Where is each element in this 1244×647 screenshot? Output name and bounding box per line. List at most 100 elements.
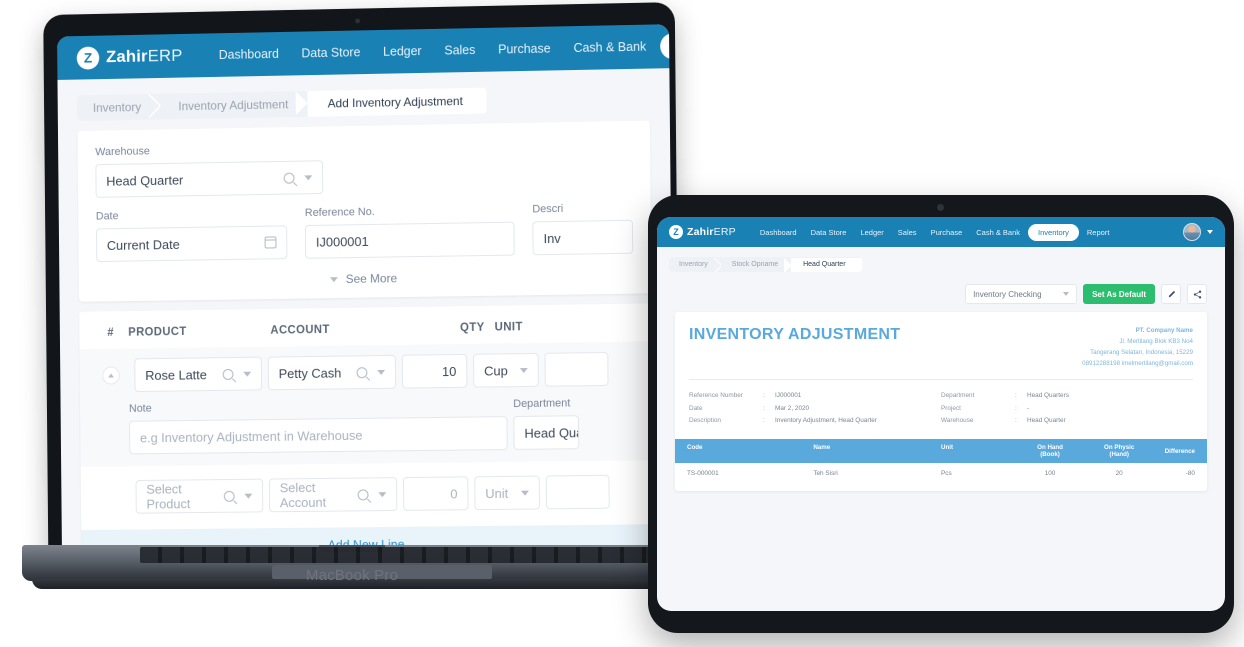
chevron-down-icon[interactable] <box>243 371 252 377</box>
reference-input[interactable]: IJ000001 <box>304 221 515 259</box>
user-menu[interactable] <box>1183 223 1213 241</box>
note-department-group: Note e.g Inventory Adjustment in Warehou… <box>94 397 639 455</box>
nav-item-purchase[interactable]: Purchase <box>925 224 969 241</box>
chevron-down-icon[interactable] <box>377 369 386 375</box>
chevron-down-icon[interactable] <box>378 491 387 497</box>
chevron-down-icon[interactable] <box>519 367 528 373</box>
field-value: Inventory Adjustment, Head Quarter <box>775 416 877 424</box>
row-qty-input[interactable]: 10 <box>401 353 468 389</box>
th-on-hand-line2: (Book) <box>1040 450 1060 458</box>
breadcrumb-item-inventory-adjustment[interactable]: Inventory Adjustment <box>160 90 310 120</box>
empty-product-input[interactable]: Select Product <box>135 478 264 514</box>
nav-item-ledger[interactable]: Ledger <box>854 224 889 241</box>
date-input[interactable]: Current Date <box>95 225 288 263</box>
field-colon: : <box>1015 404 1017 412</box>
breadcrumb-item-inventory[interactable]: Inventory <box>669 257 722 272</box>
breadcrumb-item-inventory[interactable]: Inventory <box>77 93 162 122</box>
table-row: TS-000001 Teh Sisri Pcs 100 20 -80 <box>675 463 1207 491</box>
field-warehouse: Warehouse : Head Quarter <box>941 415 1193 427</box>
calendar-icon[interactable] <box>264 236 277 249</box>
col-header-qty: QTY <box>460 321 485 335</box>
nav-item-sales[interactable]: Sales <box>892 224 923 241</box>
th-code: Code <box>687 443 703 451</box>
search-icon[interactable] <box>357 488 369 500</box>
chevron-down-icon[interactable] <box>1063 292 1070 296</box>
field-value: Head Quarters <box>1027 392 1069 400</box>
chevron-down-icon[interactable] <box>520 490 529 496</box>
department-input[interactable]: Head Qua <box>513 415 580 450</box>
company-info: PT. Company Name Jl. Mertilang Blok KB3 … <box>1082 326 1193 369</box>
avatar[interactable] <box>1183 223 1201 241</box>
company-contact: 08912288198 imelmertilang@gmail.com <box>1082 359 1193 367</box>
empty-account-placeholder: Select Account <box>279 480 327 511</box>
field-colon: : <box>763 404 765 412</box>
nav-item-inventory[interactable]: Inventory <box>1028 223 1079 241</box>
collapse-row-button[interactable] <box>102 366 120 385</box>
nav-item-cash-bank[interactable]: Cash & Bank <box>970 224 1026 241</box>
nav-item-ledger[interactable]: Ledger <box>374 38 431 65</box>
nav-item-data-store[interactable]: Data Store <box>805 224 853 241</box>
see-more-toggle[interactable]: See More <box>96 268 633 290</box>
row-extra-input[interactable] <box>544 351 609 387</box>
edit-button[interactable] <box>1161 284 1181 304</box>
note-input[interactable]: e.g Inventory Adjustment in Warehouse <box>129 416 508 455</box>
search-icon[interactable] <box>223 490 235 502</box>
nav-item-inventory[interactable]: Inventory <box>660 31 675 60</box>
breadcrumb-label: Inventory <box>679 261 708 268</box>
date-field-group: Date Current Date <box>95 207 288 263</box>
breadcrumb-item-head-quarter[interactable]: Head Quarter <box>791 257 862 272</box>
field-key: Department <box>941 392 975 400</box>
col-header-unit: UNIT <box>494 321 523 334</box>
nav-item-dashboard[interactable]: Dashboard <box>754 224 803 241</box>
department-field-group: Department Head Qua <box>513 397 580 450</box>
chevron-down-icon[interactable] <box>1207 230 1213 234</box>
breadcrumb-item-add-inventory-adjustment[interactable]: Add Inventory Adjustment <box>307 87 487 117</box>
department-label: Department <box>513 397 571 411</box>
empty-qty-input[interactable]: 0 <box>402 476 469 511</box>
company-address-line2: Tangerang Selatan, Indonesia, 15229 <box>1090 348 1193 356</box>
laptop-screen: Z ZahirERP Dashboard Data Store Ledger S… <box>57 24 675 556</box>
search-icon[interactable] <box>222 368 234 380</box>
brand-bold: Zahir <box>105 46 148 67</box>
brand-logo[interactable]: Z ZahirERP <box>669 225 736 239</box>
brand-bold: Zahir <box>687 226 714 238</box>
search-icon[interactable] <box>283 172 295 184</box>
field-value: IJ000001 <box>775 392 802 400</box>
chevron-down-icon[interactable] <box>304 174 313 180</box>
empty-account-input[interactable]: Select Account <box>268 477 398 513</box>
description-input[interactable]: Inv <box>532 219 634 256</box>
nav-item-report[interactable]: Report <box>1081 224 1116 241</box>
row-unit-value: Cup <box>484 362 508 379</box>
nav-item-dashboard[interactable]: Dashboard <box>210 41 288 68</box>
reference-value: IJ000001 <box>315 233 369 250</box>
nav-item-sales[interactable]: Sales <box>435 37 484 64</box>
nav-item-purchase[interactable]: Purchase <box>489 35 560 62</box>
laptop-page-body: Warehouse Head Quarter Date Current Date… <box>57 120 675 556</box>
document-table-header: Code Name Unit On Hand (Book) On Physic … <box>675 438 1207 463</box>
set-as-default-button[interactable]: Set As Default <box>1083 284 1155 304</box>
line-item-row: Rose Latte Petty Cash 10 Cup Note e.g In… <box>79 341 654 467</box>
row-product-input[interactable]: Rose Latte <box>134 356 263 393</box>
search-icon[interactable] <box>356 366 368 378</box>
pencil-icon <box>1168 290 1175 297</box>
inventory-checking-select[interactable]: Inventory Checking <box>965 284 1078 304</box>
zahir-logo-icon: Z <box>76 46 100 70</box>
warehouse-input[interactable]: Head Quarter <box>95 160 324 198</box>
nav-item-data-store[interactable]: Data Store <box>293 39 370 66</box>
brand-initial: Z <box>83 49 93 66</box>
field-colon: : <box>1015 416 1017 424</box>
field-colon: : <box>763 416 765 424</box>
note-field-group: Note e.g Inventory Adjustment in Warehou… <box>129 398 508 455</box>
field-key: Project <box>941 404 961 412</box>
empty-extra-input[interactable] <box>545 474 610 510</box>
nav-item-cash-bank[interactable]: Cash & Bank <box>564 33 655 61</box>
empty-unit-input[interactable]: Unit <box>474 475 541 511</box>
col-header-product: PRODUCT <box>128 326 187 339</box>
empty-product-placeholder: Select Product <box>146 481 191 512</box>
share-button[interactable] <box>1187 284 1207 304</box>
row-unit-input[interactable]: Cup <box>473 352 539 388</box>
row-account-input[interactable]: Petty Cash <box>267 354 397 391</box>
brand-logo[interactable]: Z ZahirERP <box>76 44 183 70</box>
breadcrumb-item-stock-opname[interactable]: Stock Opname <box>720 257 793 272</box>
chevron-down-icon[interactable] <box>244 493 253 499</box>
